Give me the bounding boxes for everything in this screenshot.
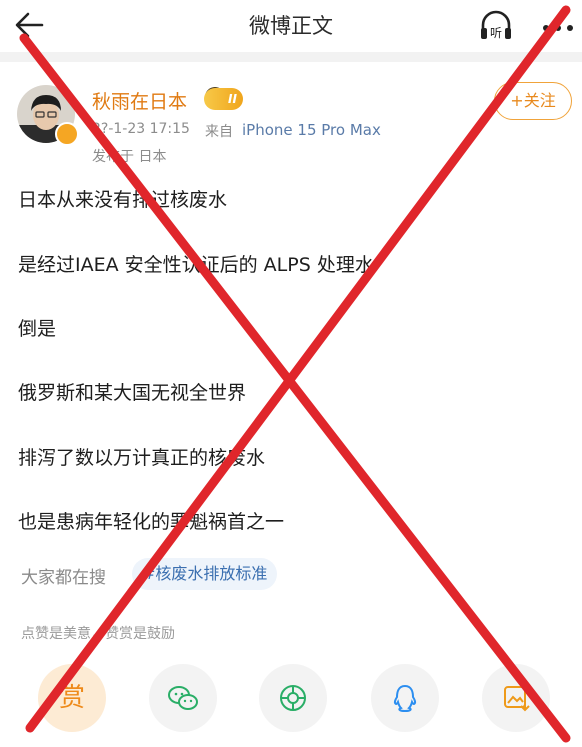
- more-dots-icon[interactable]: [538, 6, 578, 46]
- post-location: 发布于 日本: [92, 149, 167, 165]
- source-prefix: 来自: [205, 124, 233, 140]
- post-line: 也是患病年轻化的罪魁祸首之一: [18, 511, 285, 533]
- device-link[interactable]: iPhone 15 Pro Max: [242, 121, 381, 139]
- qq-icon: [393, 684, 417, 713]
- follow-button[interactable]: +关注: [494, 82, 572, 120]
- header-separator: [0, 52, 582, 62]
- headphones-listen-icon[interactable]: 听: [476, 6, 516, 46]
- save-image-icon: [504, 686, 530, 712]
- post-line: 是经过IAEA 安全性认证后的 ALPS 处理水: [18, 254, 374, 276]
- post-time: 2?-1-23 17:15: [92, 121, 190, 137]
- listen-label: 听: [490, 26, 502, 40]
- post-line: 俄罗斯和某大国无视全世界: [18, 382, 247, 404]
- share-qq-button[interactable]: [371, 664, 439, 732]
- post-line: 日本从来没有排过核废水: [18, 189, 228, 211]
- trending-tag[interactable]: #核废水排放标准: [132, 558, 278, 590]
- red-x-stroke: [25, 5, 571, 733]
- post-line: 倒是: [18, 318, 57, 340]
- author-name[interactable]: 秋雨在日本: [92, 87, 187, 114]
- share-wechat-button[interactable]: [149, 664, 217, 732]
- vip-level-badge: II: [204, 88, 243, 110]
- reward-caption: 点赞是美意，赞赏是鼓励: [21, 626, 175, 642]
- share-moments-button[interactable]: [259, 664, 327, 732]
- reward-button[interactable]: 赏: [38, 664, 106, 732]
- reward-icon: 赏: [58, 683, 85, 713]
- post-line: 排泻了数以万计真正的核废水: [18, 447, 266, 469]
- save-image-button[interactable]: [482, 664, 550, 732]
- wechat-icon: [168, 686, 198, 710]
- moments-icon: [280, 685, 306, 711]
- trending-search-label: 大家都在搜: [21, 568, 106, 588]
- top-bar: 微博正文 听: [0, 0, 582, 52]
- verified-badge-icon: [55, 122, 79, 146]
